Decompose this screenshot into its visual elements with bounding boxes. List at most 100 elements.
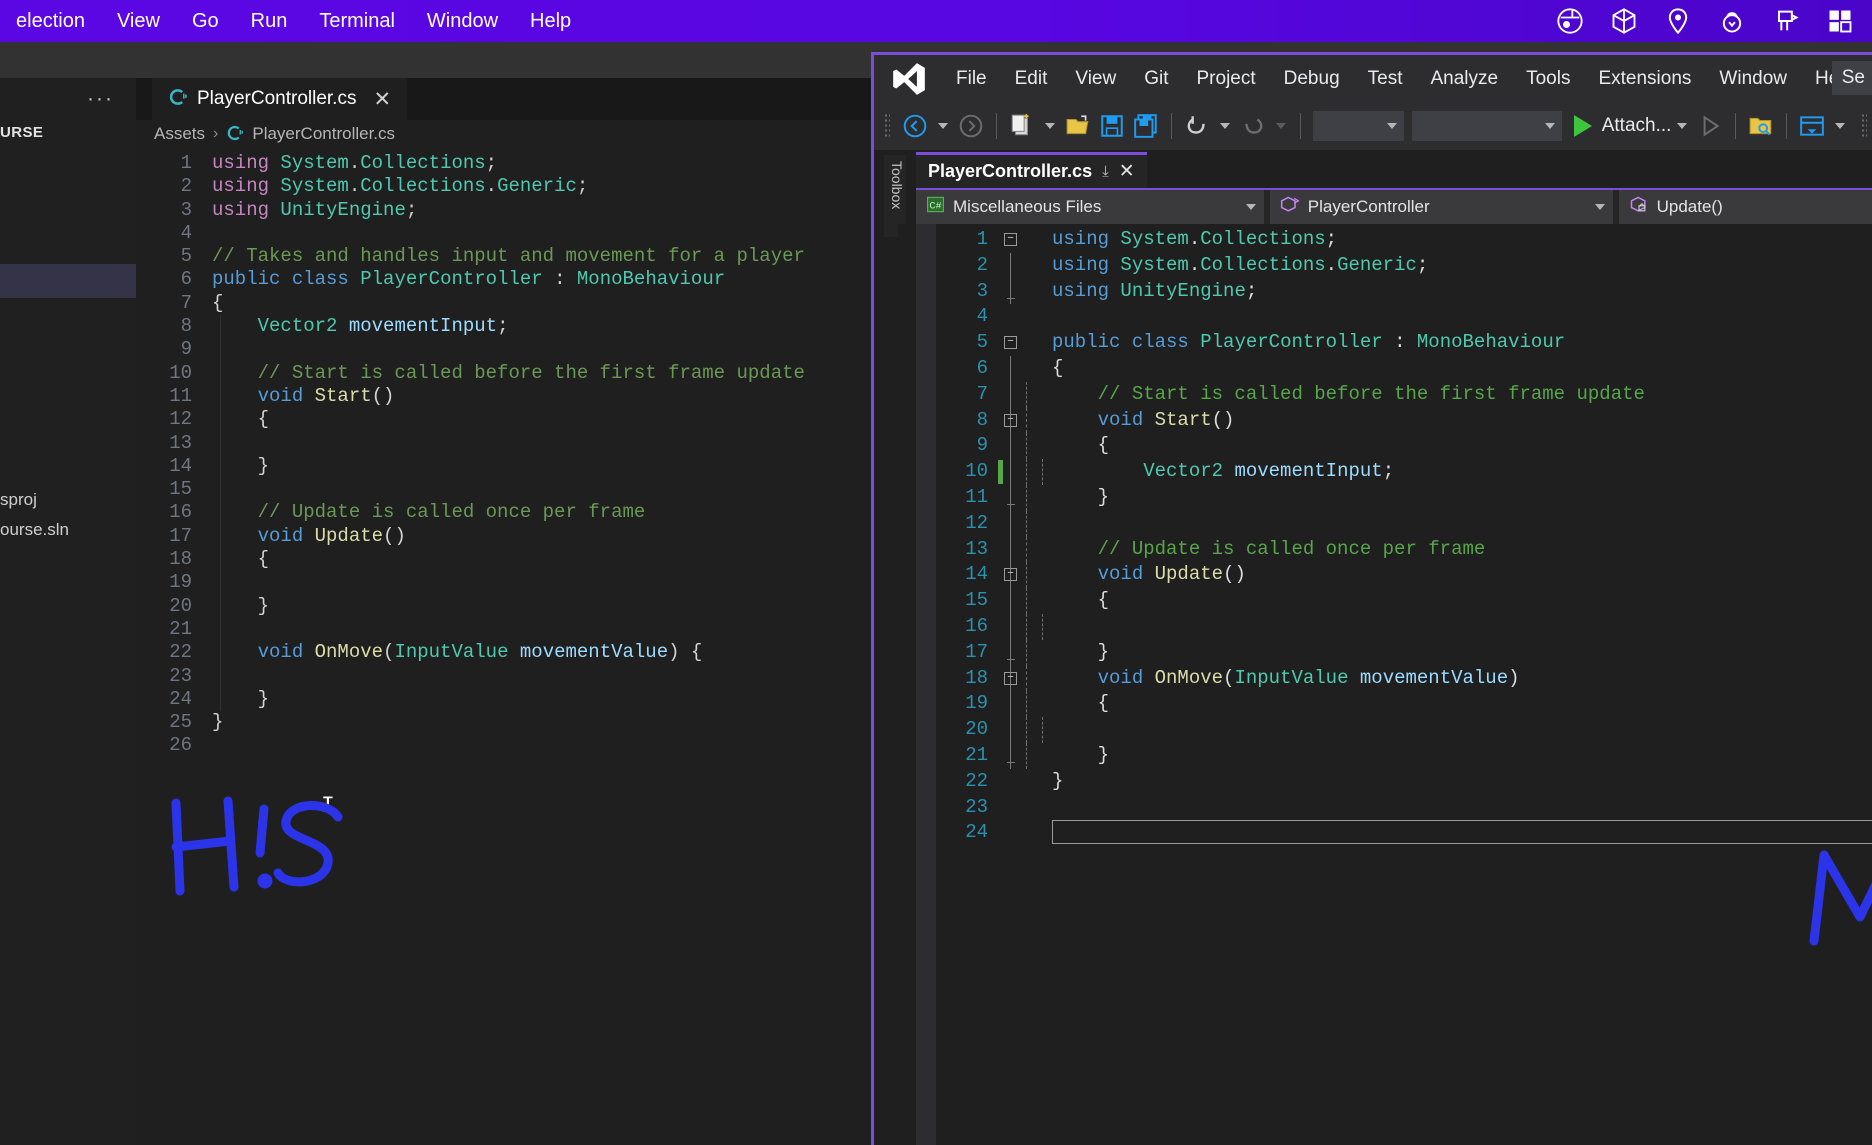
code-line[interactable]: 18 − void OnMove(InputValue movementValue…: [936, 665, 1872, 692]
vs-menu-tools[interactable]: Tools: [1512, 64, 1584, 94]
document-tab-playercontroller[interactable]: PlayerController.cs ⤓ ✕: [916, 152, 1147, 188]
extension-icon[interactable]: [1826, 7, 1854, 35]
vs-menu-test[interactable]: Test: [1354, 64, 1417, 94]
inline-rename-input[interactable]: [1052, 820, 1872, 845]
code-line[interactable]: 12: [936, 510, 1872, 537]
code-line[interactable]: 5 − public class PlayerController : MonoBe…: [936, 330, 1872, 356]
solution-platform-combo[interactable]: [1412, 111, 1562, 141]
solution-configuration-combo[interactable]: [1312, 111, 1405, 141]
code-line[interactable]: 7 // Start is called before the first fr…: [936, 381, 1872, 408]
vs-menu-git[interactable]: Git: [1130, 64, 1182, 94]
collapse-region-icon[interactable]: −: [1004, 336, 1017, 350]
line-number: 10: [169, 361, 192, 384]
vs-code-editor[interactable]: 1 − using System.Collections; 2 using System…: [936, 227, 1872, 1145]
vscode-menu-window[interactable]: Window: [411, 6, 514, 37]
fold-guide-line: [1010, 510, 1011, 537]
new-item-dropdown-caret-icon[interactable]: [1044, 123, 1055, 129]
vscode-menu-view[interactable]: View: [101, 6, 176, 37]
vs-menu-extensions[interactable]: Extensions: [1584, 64, 1705, 94]
window-layout-icon[interactable]: [1798, 111, 1826, 141]
vs-menu-file[interactable]: File: [942, 64, 1001, 94]
code-line[interactable]: 21 }: [936, 742, 1872, 769]
code-line[interactable]: 10 Vector2 movementInput;: [936, 459, 1872, 485]
collapse-region-icon[interactable]: −: [1004, 568, 1017, 582]
code-line[interactable]: 13 // Update is called once per frame: [936, 536, 1872, 563]
editor-tab-playercontroller[interactable]: PlayerController.cs ✕: [152, 78, 408, 120]
unity-cube-icon[interactable]: [1610, 7, 1638, 35]
save-all-icon[interactable]: [1132, 111, 1160, 141]
sidebar-item-ourse-sln[interactable]: ourse.sln: [0, 520, 69, 540]
code-line[interactable]: 24: [936, 820, 1872, 846]
sidebar-selected-row[interactable]: [0, 264, 136, 298]
collapse-region-icon[interactable]: −: [1004, 671, 1017, 685]
code-line[interactable]: 3 using UnityEngine;: [936, 278, 1872, 305]
code-text: void OnMove(InputValue movementValue): [1097, 666, 1520, 689]
layout-dropdown-caret-icon[interactable]: [1835, 123, 1846, 129]
breadcrumb-file[interactable]: PlayerController.cs: [252, 124, 395, 144]
toolbar-grip-handle-2[interactable]: [1861, 113, 1868, 139]
vs-menu-analyze[interactable]: Analyze: [1417, 64, 1513, 94]
undo-dropdown-caret-icon[interactable]: [1219, 123, 1230, 129]
vscode-menu-run[interactable]: Run: [235, 6, 304, 37]
undo-icon[interactable]: [1183, 111, 1211, 141]
vs-menu-window[interactable]: Window: [1705, 64, 1801, 94]
unity-shield-icon[interactable]: [1664, 7, 1692, 35]
code-line[interactable]: 9 {: [936, 433, 1872, 460]
code-line[interactable]: 15 {: [936, 588, 1872, 614]
line-number: 22: [965, 769, 988, 792]
find-in-files-folder-icon[interactable]: [1747, 111, 1775, 141]
navigate-back-icon[interactable]: [901, 111, 929, 141]
code-line[interactable]: 4: [936, 304, 1872, 330]
attach-dropdown-caret-icon[interactable]: [1677, 123, 1688, 129]
open-file-icon[interactable]: [1064, 111, 1092, 141]
sidebar-overflow-icon[interactable]: ···: [87, 88, 114, 109]
code-line[interactable]: 22}: [936, 769, 1872, 795]
navbar-type-dropdown[interactable]: PlayerController: [1269, 190, 1613, 224]
code-line[interactable]: 19 {: [936, 691, 1872, 718]
collapse-region-icon[interactable]: −: [1004, 413, 1017, 427]
line-number: 5: [180, 245, 192, 268]
line-number: 7: [976, 382, 988, 405]
code-line[interactable]: 1 − using System.Collections;: [936, 227, 1872, 253]
new-item-icon[interactable]: [1008, 111, 1036, 141]
vs-menu-edit[interactable]: Edit: [1001, 64, 1062, 94]
back-dropdown-caret-icon[interactable]: [937, 123, 948, 129]
unity-build-icon[interactable]: [1772, 7, 1800, 35]
code-line[interactable]: 11 }: [936, 484, 1872, 511]
vs-menu-view[interactable]: View: [1061, 64, 1130, 94]
code-text: }: [1052, 640, 1110, 663]
collapse-region-icon[interactable]: −: [1004, 233, 1017, 246]
vs-menu-project[interactable]: Project: [1183, 64, 1270, 94]
unity-cloud-icon[interactable]: [1556, 7, 1584, 35]
close-icon[interactable]: ✕: [1119, 160, 1135, 183]
navbar-project-dropdown[interactable]: C# Miscellaneous Files: [916, 190, 1264, 224]
code-line[interactable]: 17 }: [936, 639, 1872, 666]
save-icon[interactable]: [1098, 111, 1126, 141]
fold-guide-line: [1010, 484, 1011, 511]
indent-guide: [1026, 433, 1027, 460]
code-line[interactable]: 8 − void Start(): [936, 407, 1872, 434]
attach-button-label[interactable]: Attach...: [1602, 115, 1672, 137]
vscode-menu-election[interactable]: election: [0, 6, 101, 37]
sidebar-item-sproj[interactable]: sproj: [0, 490, 37, 510]
toolbar-grip-handle[interactable]: [884, 113, 890, 139]
code-line[interactable]: 14 − void Update(): [936, 562, 1872, 589]
navbar-member-dropdown[interactable]: Update(): [1618, 190, 1872, 224]
vscode-menu-go[interactable]: Go: [176, 6, 235, 37]
code-line[interactable]: 2 using System.Collections.Generic;: [936, 252, 1872, 279]
close-icon[interactable]: ✕: [373, 87, 391, 112]
code-line[interactable]: 23: [936, 795, 1872, 821]
code-line[interactable]: 6{: [936, 355, 1872, 382]
vs-menu-debug[interactable]: Debug: [1270, 64, 1354, 94]
vscode-menu-help[interactable]: Help: [514, 6, 587, 37]
breadcrumb-root[interactable]: Assets: [154, 124, 205, 144]
code-line[interactable]: 16: [936, 613, 1872, 640]
vs-search-box[interactable]: Se: [1831, 61, 1872, 95]
line-number: 16: [169, 501, 192, 524]
vscode-menu-terminal[interactable]: Terminal: [303, 6, 411, 37]
pin-icon[interactable]: ⤓: [1102, 163, 1109, 180]
vscode-explorer-sidebar[interactable]: ··· URSE sproj ourse.sln: [0, 78, 136, 1145]
unity-lock-icon[interactable]: [1718, 7, 1746, 35]
start-debug-icon[interactable]: [1573, 115, 1592, 137]
code-line[interactable]: 20: [936, 717, 1872, 743]
